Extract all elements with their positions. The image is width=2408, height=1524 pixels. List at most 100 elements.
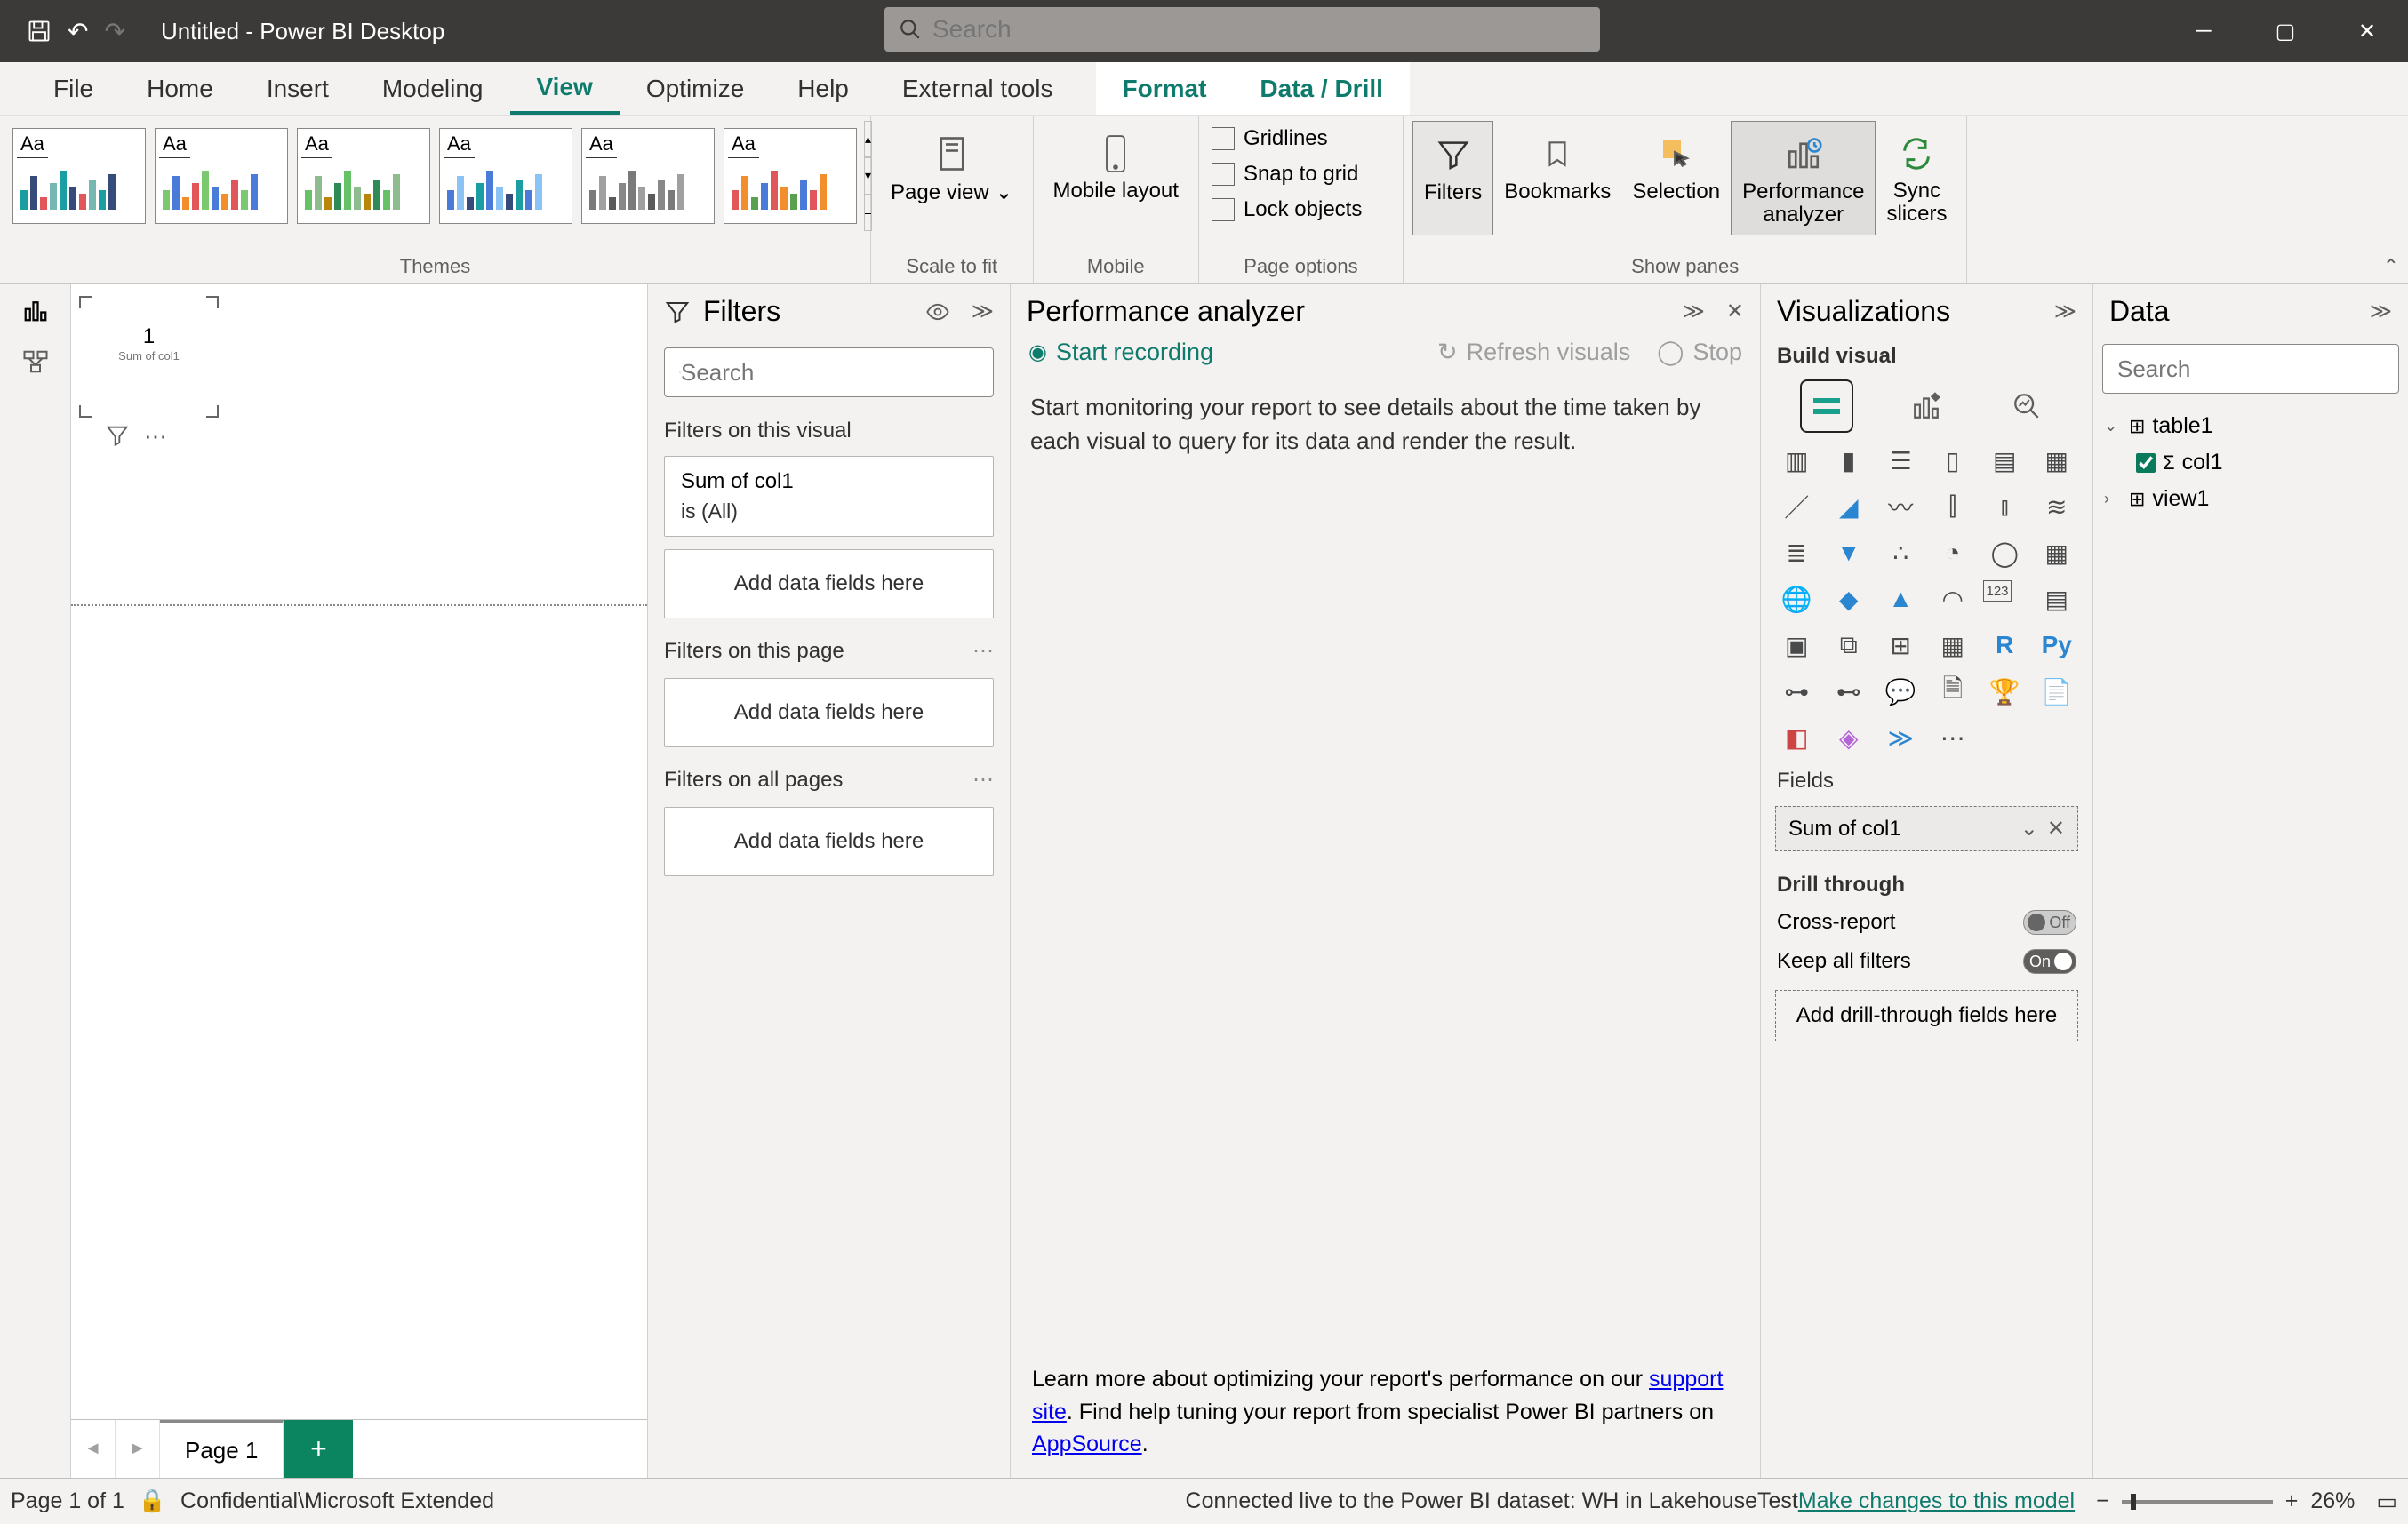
more-visuals-icon[interactable]: ⋯ xyxy=(1932,719,1975,756)
stacked-bar-icon[interactable]: ▥ xyxy=(1775,442,1819,479)
column-checkbox[interactable] xyxy=(2136,453,2156,473)
redo-icon[interactable]: ↷ xyxy=(104,17,124,46)
refresh-visuals-button[interactable]: ↻Refresh visuals xyxy=(1437,339,1630,366)
drill-through-dropzone[interactable]: Add drill-through fields here xyxy=(1775,990,2078,1041)
kpi-icon[interactable]: ▣ xyxy=(1775,626,1819,664)
visual-more-icon[interactable]: ⋯ xyxy=(144,423,167,451)
eye-icon[interactable] xyxy=(925,299,950,324)
build-visual-tab[interactable] xyxy=(1802,381,1852,431)
tab-data-drill[interactable]: Data / Drill xyxy=(1233,62,1409,115)
funnel-icon[interactable]: ▼ xyxy=(1828,534,1871,571)
collapse-pane-icon[interactable]: ≫ xyxy=(2370,299,2392,324)
theme-gallery[interactable]: Aa Aa Aa Aa Aa Aa xyxy=(9,121,860,231)
data-search[interactable] xyxy=(2102,344,2399,394)
narrative-icon[interactable]: 🗎 xyxy=(1932,673,1975,710)
table-node[interactable]: ⌄ ⊞ table1 xyxy=(2100,408,2401,444)
more-icon[interactable]: ⋯ xyxy=(972,767,994,793)
filters-pane-button[interactable]: Filters xyxy=(1412,121,1493,235)
remove-field-icon[interactable]: ✕ xyxy=(2047,816,2065,842)
clustered-column-icon[interactable]: ▯ xyxy=(1932,442,1975,479)
fields-well[interactable]: Sum of col1 ⌄✕ xyxy=(1775,806,2078,851)
clustered-bar-icon[interactable]: ☰ xyxy=(1879,442,1923,479)
global-search[interactable] xyxy=(884,7,1600,52)
goals-icon[interactable]: 🏆 xyxy=(1983,673,2027,710)
stacked-area-icon[interactable]: 〰 xyxy=(1879,488,1923,525)
selection-pane-button[interactable]: Selection xyxy=(1621,121,1731,235)
get-more-icon[interactable]: ≫ xyxy=(1879,719,1923,756)
line-col-icon[interactable]: ⫿ xyxy=(1932,488,1975,525)
view-node[interactable]: › ⊞ view1 xyxy=(2100,481,2401,517)
treemap-icon[interactable]: ▦ xyxy=(2036,534,2079,571)
line-col-stacked-icon[interactable]: ⫾ xyxy=(1983,488,2027,525)
decomposition-icon[interactable]: ⊷ xyxy=(1828,673,1871,710)
page-view-button[interactable]: Page view ⌄ xyxy=(880,121,1024,212)
filters-page-dropzone[interactable]: Add data fields here xyxy=(664,678,994,747)
line-chart-icon[interactable]: ／ xyxy=(1775,488,1819,525)
tab-external-tools[interactable]: External tools xyxy=(876,62,1080,115)
multi-row-card-icon[interactable]: ▤ xyxy=(2036,580,2079,618)
collapse-ribbon-icon[interactable]: ⌃ xyxy=(2383,255,2399,278)
theme-swatch[interactable]: Aa xyxy=(155,128,288,224)
snap-to-grid-checkbox[interactable]: Snap to grid xyxy=(1208,156,1394,192)
matrix-icon[interactable]: ▦ xyxy=(1932,626,1975,664)
zoom-in-button[interactable]: + xyxy=(2285,1488,2299,1514)
power-automate-icon[interactable]: ◈ xyxy=(1828,719,1871,756)
sync-slicers-button[interactable]: Sync slicers xyxy=(1876,121,1957,235)
start-recording-button[interactable]: ◉Start recording xyxy=(1028,339,1213,366)
r-visual-icon[interactable]: R xyxy=(1983,626,2027,664)
filters-all-dropzone[interactable]: Add data fields here xyxy=(664,807,994,876)
model-view-icon[interactable] xyxy=(22,348,49,375)
report-canvas[interactable]: 1 Sum of col1 ⋯ xyxy=(71,284,647,1419)
add-page-button[interactable]: + xyxy=(284,1420,353,1478)
area-chart-icon[interactable]: ◢ xyxy=(1828,488,1871,525)
collapse-pane-icon[interactable]: ≫ xyxy=(972,299,994,324)
tab-insert[interactable]: Insert xyxy=(240,62,356,115)
undo-icon[interactable]: ↶ xyxy=(68,17,88,46)
filter-card[interactable]: Sum of col1 is (All) xyxy=(664,456,994,537)
card-visual[interactable]: 1 Sum of col1 xyxy=(80,297,218,417)
filters-visual-dropzone[interactable]: Add data fields here xyxy=(664,549,994,618)
azure-map-icon[interactable]: ▲ xyxy=(1879,580,1923,618)
appsource-link[interactable]: AppSource xyxy=(1032,1432,1142,1456)
close-button[interactable]: ✕ xyxy=(2326,0,2408,62)
py-visual-icon[interactable]: Py xyxy=(2036,626,2079,664)
slicer-icon[interactable]: ⧉ xyxy=(1828,626,1871,664)
cross-report-toggle[interactable]: Off xyxy=(2023,910,2076,935)
lock-objects-checkbox[interactable]: Lock objects xyxy=(1208,192,1394,227)
donut-icon[interactable]: ◯ xyxy=(1983,534,2027,571)
zoom-out-button[interactable]: − xyxy=(2096,1488,2109,1514)
format-visual-tab[interactable] xyxy=(1901,381,1951,431)
page-nav-prev[interactable]: ◄ xyxy=(71,1420,116,1478)
map-icon[interactable]: 🌐 xyxy=(1775,580,1819,618)
keep-filters-toggle[interactable]: On xyxy=(2023,949,2076,974)
tab-modeling[interactable]: Modeling xyxy=(356,62,510,115)
save-icon[interactable] xyxy=(27,19,52,44)
zoom-slider[interactable] xyxy=(2122,1500,2273,1504)
tab-file[interactable]: File xyxy=(27,62,120,115)
page-tab[interactable]: Page 1 xyxy=(160,1420,284,1478)
mobile-layout-button[interactable]: Mobile layout xyxy=(1043,121,1189,210)
key-influencers-icon[interactable]: ⊶ xyxy=(1775,673,1819,710)
column-node[interactable]: Σ col1 xyxy=(2100,444,2401,481)
gridlines-checkbox[interactable]: Gridlines xyxy=(1208,121,1394,156)
analytics-tab[interactable] xyxy=(2002,381,2052,431)
tab-help[interactable]: Help xyxy=(771,62,876,115)
report-view-icon[interactable] xyxy=(22,297,49,323)
theme-swatch[interactable]: Aa xyxy=(724,128,857,224)
qna-icon[interactable]: 💬 xyxy=(1879,673,1923,710)
theme-swatch[interactable]: Aa xyxy=(581,128,715,224)
filters-search[interactable] xyxy=(664,347,994,397)
pie-icon[interactable]: ◔ xyxy=(1932,534,1975,571)
tab-optimize[interactable]: Optimize xyxy=(620,62,771,115)
visual-filter-icon[interactable] xyxy=(105,423,130,451)
power-apps-icon[interactable]: ◧ xyxy=(1775,719,1819,756)
table-icon[interactable]: ⊞ xyxy=(1879,626,1923,664)
collapse-pane-icon[interactable]: ≫ xyxy=(2054,299,2076,324)
stacked-column-icon[interactable]: ▮ xyxy=(1828,442,1871,479)
ribbon-chart-icon[interactable]: ≋ xyxy=(2036,488,2079,525)
100-stacked-column-icon[interactable]: ▦ xyxy=(2036,442,2079,479)
theme-swatch[interactable]: Aa xyxy=(12,128,146,224)
chevron-down-icon[interactable]: ⌄ xyxy=(2020,816,2038,842)
close-pane-icon[interactable]: ✕ xyxy=(1726,299,1744,324)
performance-analyzer-button[interactable]: Performance analyzer xyxy=(1731,121,1876,235)
